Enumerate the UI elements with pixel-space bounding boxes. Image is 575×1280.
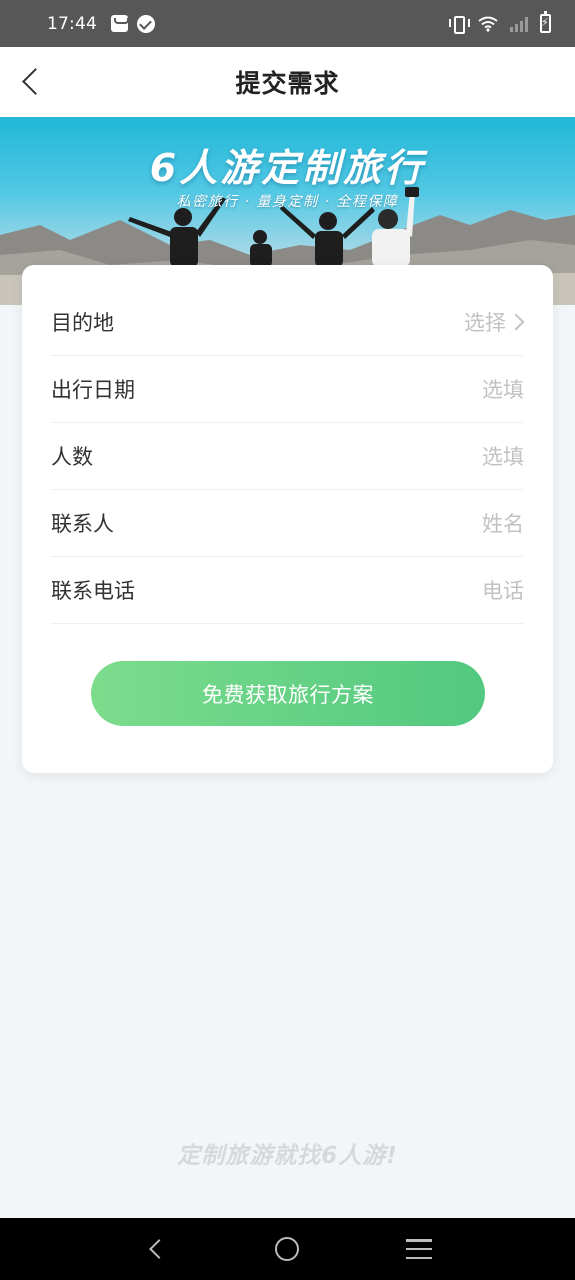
people-count-label: 人数 — [51, 445, 93, 469]
app-header: 提交需求 — [0, 47, 575, 117]
contact-phone-row[interactable]: 联系电话 电话 — [51, 557, 524, 624]
contact-name-row[interactable]: 联系人 姓名 — [51, 490, 524, 557]
destination-label: 目的地 — [51, 311, 114, 335]
vibrate-icon — [449, 15, 470, 34]
chevron-right-icon — [512, 316, 524, 328]
contact-phone-label: 联系电话 — [51, 579, 135, 603]
travel-date-field[interactable]: 选填 — [482, 374, 524, 404]
travel-date-label: 出行日期 — [51, 378, 135, 402]
banner-subtitle: 私密旅行 · 量身定制 · 全程保障 — [176, 194, 399, 210]
travel-date-row[interactable]: 出行日期 选填 — [51, 356, 524, 423]
check-circle-icon — [137, 14, 155, 33]
status-time: 17:44 — [47, 13, 97, 34]
back-icon[interactable] — [144, 1237, 168, 1261]
banner-title: 6人游定制旅行 — [149, 146, 426, 190]
status-icons-left — [111, 14, 155, 33]
destination-row[interactable]: 目的地 选择 — [51, 289, 524, 356]
requirement-form: 目的地 选择 出行日期 选填 人数 选填 联系人 姓名 联系电话 电话 免费获取… — [22, 265, 553, 773]
menu-icon[interactable] — [405, 1239, 432, 1259]
status-bar: 17:44 — [0, 0, 575, 47]
battery-charging-icon — [540, 11, 551, 33]
system-nav-bar — [0, 1218, 575, 1280]
page-title: 提交需求 — [235, 69, 340, 98]
signal-icon — [510, 16, 528, 32]
home-icon[interactable] — [274, 1237, 299, 1261]
destination-placeholder: 选择 — [464, 311, 506, 335]
contact-phone-field[interactable]: 电话 — [482, 575, 524, 605]
status-icons-right — [449, 11, 551, 34]
people-count-row[interactable]: 人数 选填 — [51, 423, 524, 490]
people-count-field[interactable]: 选填 — [482, 441, 524, 471]
destination-select[interactable]: 选择 — [464, 307, 524, 337]
back-button[interactable] — [18, 67, 48, 97]
contact-name-label: 联系人 — [51, 512, 114, 536]
contact-name-field[interactable]: 姓名 — [482, 508, 524, 538]
get-plan-button[interactable]: 免费获取旅行方案 — [91, 661, 485, 726]
wifi-icon — [478, 16, 498, 32]
mail-icon — [111, 15, 129, 32]
footer-slogan: 定制旅游就找6人游! — [177, 1143, 398, 1169]
